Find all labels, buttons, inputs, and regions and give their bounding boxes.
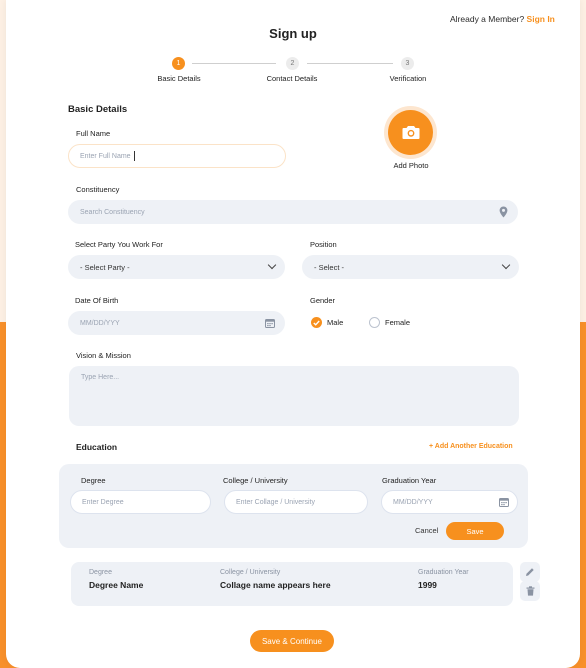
calendar-icon[interactable] — [265, 318, 275, 328]
party-select-value: - Select Party - — [80, 262, 130, 272]
full-name-label: Full Name — [76, 129, 111, 138]
step-1-label: Basic Details — [157, 74, 201, 83]
add-photo-label: Add Photo — [393, 161, 429, 170]
vision-placeholder: Type Here... — [81, 374, 120, 381]
entry-graduation-value: 1999 — [418, 580, 437, 590]
dob-placeholder: MM/DD/YYY — [80, 319, 120, 327]
pencil-icon — [526, 568, 534, 576]
add-another-education-link[interactable]: + Add Another Education — [429, 443, 513, 450]
position-select-value: - Select - — [314, 262, 345, 272]
save-education-button[interactable]: Save — [446, 522, 504, 540]
step-3-label: Verification — [389, 74, 427, 83]
page-title: Sign up — [269, 26, 317, 41]
delete-entry-button[interactable] — [520, 581, 540, 601]
position-label: Position — [310, 240, 337, 249]
entry-college-value: Collage name appears here — [220, 580, 331, 590]
entry-degree-value: Degree Name — [89, 580, 144, 590]
graduation-year-label: Graduation Year — [382, 476, 437, 485]
trash-icon — [526, 586, 534, 596]
gender-label: Gender — [310, 296, 336, 305]
save-continue-button[interactable]: Save & Continue — [250, 630, 334, 652]
graduation-year-input[interactable]: MM/DD/YYY — [381, 490, 518, 514]
text-cursor — [133, 151, 135, 161]
chevron-down-icon — [501, 260, 511, 270]
position-select[interactable]: - Select - — [302, 255, 519, 279]
entry-college-label: College / University — [220, 569, 281, 576]
step-connector-2 — [307, 63, 393, 64]
step-3-circle[interactable]: 3 — [401, 57, 414, 70]
add-photo-button[interactable] — [388, 110, 433, 155]
gender-male-label[interactable]: Male — [327, 318, 343, 327]
degree-input[interactable]: Enter Degree — [70, 490, 211, 514]
full-name-placeholder: Enter Full Name — [80, 152, 131, 160]
gender-female-radio[interactable] — [369, 317, 380, 328]
full-name-input[interactable]: Enter Full Name — [68, 144, 286, 168]
location-pin-icon — [499, 206, 508, 218]
education-heading: Education — [76, 442, 118, 452]
member-text: Already a Member? — [450, 14, 525, 24]
calendar-icon[interactable] — [499, 497, 509, 507]
party-select[interactable]: - Select Party - — [68, 255, 285, 279]
step-2-label: Contact Details — [266, 74, 318, 83]
degree-placeholder: Enter Degree — [82, 498, 124, 506]
gender-female-label[interactable]: Female — [385, 318, 410, 327]
graduation-year-placeholder: MM/DD/YYY — [393, 498, 433, 506]
college-placeholder: Enter Collage / University — [236, 498, 315, 506]
dob-input[interactable]: MM/DD/YYY — [68, 311, 285, 335]
constituency-search-input[interactable]: Search Constituency — [68, 200, 518, 224]
party-label: Select Party You Work For — [75, 240, 163, 249]
edit-entry-button[interactable] — [520, 562, 540, 582]
vision-label: Vision & Mission — [76, 351, 131, 360]
cancel-button[interactable]: Cancel — [415, 526, 438, 535]
member-prompt: Already a Member? Sign In — [450, 14, 555, 24]
college-input[interactable]: Enter Collage / University — [224, 490, 368, 514]
vision-textarea[interactable]: Type Here... — [69, 366, 519, 426]
chevron-down-icon — [267, 260, 277, 270]
step-connector-1 — [192, 63, 276, 64]
dob-label: Date Of Birth — [75, 296, 119, 305]
degree-label: Degree — [81, 476, 106, 485]
camera-icon — [402, 126, 419, 139]
signin-link[interactable]: Sign In — [527, 14, 555, 24]
constituency-placeholder: Search Constituency — [80, 208, 145, 216]
constituency-label: Constituency — [76, 185, 120, 194]
step-2-circle[interactable]: 2 — [286, 57, 299, 70]
check-icon — [313, 320, 320, 326]
basic-details-heading: Basic Details — [68, 104, 128, 115]
gender-male-radio[interactable] — [311, 317, 322, 328]
entry-graduation-label: Graduation Year — [418, 569, 469, 576]
step-1-circle[interactable]: 1 — [172, 57, 185, 70]
entry-degree-label: Degree — [89, 569, 112, 576]
college-label: College / University — [223, 476, 288, 485]
